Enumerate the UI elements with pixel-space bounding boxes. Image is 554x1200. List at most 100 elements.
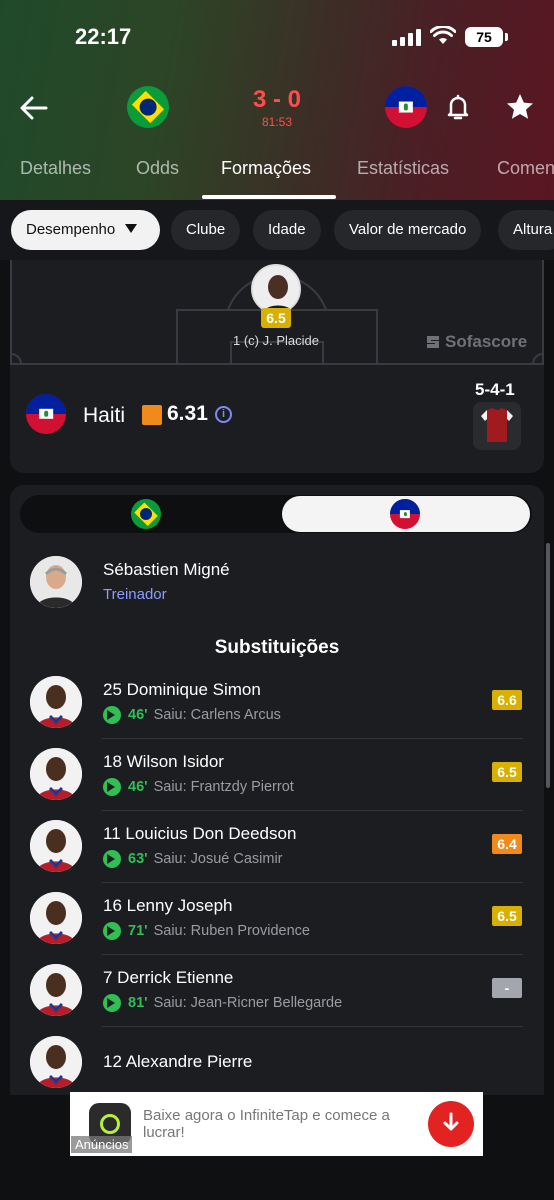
lineup-pitch-card: 6.5 1 (c) J. Placide Sofascore Haiti 6.3… — [10, 260, 544, 473]
row-divider — [102, 1026, 523, 1027]
match-clock: 81:53 — [261, 115, 293, 129]
tab-detalhes[interactable]: Detalhes — [20, 158, 91, 179]
sub-minute: 71' — [128, 923, 148, 939]
player-name: 16 Lenny Joseph — [103, 896, 233, 915]
row-divider — [102, 810, 523, 811]
team-rating-badge — [142, 405, 162, 425]
download-icon — [443, 1112, 459, 1131]
tab-formacoes[interactable]: Formações — [221, 158, 311, 179]
ad-text: Baixe agora o InfiniteTap e comece a luc… — [143, 1107, 390, 1141]
tab-odds[interactable]: Odds — [136, 158, 179, 179]
filter-valor-de-mercado[interactable]: Valor de mercado — [334, 210, 482, 250]
substitution-row[interactable]: 18 Wilson Isidor 46' Saiu: Frantzdy Pierro… — [10, 738, 544, 810]
team-rating: 6.31 — [167, 402, 208, 425]
team-kit-icon — [473, 402, 521, 450]
bell-icon[interactable] — [444, 92, 472, 122]
player-rating: 6.5 — [492, 762, 522, 782]
ad-download-button[interactable] — [428, 1101, 474, 1147]
substitution-detail: 81' Saiu: Jean-Ricner Bellegarde — [103, 994, 342, 1012]
goalkeeper-rating: 6.5 — [261, 308, 291, 328]
player-rating: - — [492, 978, 522, 998]
ad-label: Anúncios — [71, 1136, 133, 1153]
brazil-flag-icon[interactable] — [127, 86, 169, 128]
filter-idade[interactable]: Idade — [253, 210, 321, 250]
wifi-icon — [430, 26, 456, 44]
sub-in-arrow-icon — [103, 706, 121, 724]
filter-clube[interactable]: Clube — [171, 210, 241, 250]
haiti-toggle-icon — [390, 499, 420, 529]
filter-desempenho[interactable]: Desempenho — [11, 210, 160, 250]
player-rating: 6.5 — [492, 906, 522, 926]
player-name: 11 Louicius Don Deedson — [103, 824, 297, 843]
team-toggle — [20, 495, 532, 533]
tab-comentarios[interactable]: Comen — [497, 158, 554, 179]
tab-active-indicator — [202, 195, 336, 199]
player-rating: 6.4 — [492, 834, 522, 854]
tab-bar: Detalhes Odds Formações Estatísticas Com… — [0, 150, 554, 200]
substitution-detail: 46' Saiu: Frantzdy Pierrot — [103, 778, 294, 796]
substitution-row[interactable]: 11 Louicius Don Deedson 63' Saiu: Josué Ca… — [10, 810, 544, 882]
substitution-row[interactable]: 25 Dominique Simon 46' Saiu: Carlens Arcus… — [10, 666, 544, 738]
substitution-detail: 46' Saiu: Carlens Arcus — [103, 706, 281, 724]
player-name: 25 Dominique Simon — [103, 680, 261, 699]
sub-player-out: Saiu: Ruben Providence — [153, 923, 310, 939]
player-avatar[interactable] — [30, 820, 82, 872]
team-formation: 5-4-1 — [475, 380, 515, 399]
coach-avatar[interactable] — [30, 556, 82, 608]
substitution-row[interactable]: 16 Lenny Joseph 71' Saiu: Ruben Providence… — [10, 882, 544, 954]
tab-estatisticas[interactable]: Estatísticas — [357, 158, 449, 179]
back-arrow-icon[interactable] — [16, 90, 52, 126]
scrollbar[interactable] — [546, 543, 550, 788]
match-header: 22:17 75 3 - 0 81:53 Detalhes Odds Forma… — [0, 0, 554, 200]
player-avatar[interactable] — [30, 676, 82, 728]
filter-desempenho-label: Desempenho — [26, 221, 116, 238]
filter-altura[interactable]: Altura — [498, 210, 554, 250]
row-divider — [102, 954, 523, 955]
sub-player-out: Saiu: Frantzdy Pierrot — [153, 779, 294, 795]
coach-role: Treinador — [103, 586, 167, 603]
team-name: Haiti — [83, 404, 126, 427]
row-divider — [102, 738, 523, 739]
player-avatar[interactable] — [30, 964, 82, 1016]
sub-in-arrow-icon — [103, 994, 121, 1012]
substitution-row[interactable]: 7 Derrick Etienne 81' Saiu: Jean-Ricner Be… — [10, 954, 544, 1026]
player-avatar[interactable] — [30, 748, 82, 800]
player-avatar[interactable] — [30, 1036, 82, 1088]
lineup-details-card: Sébastien Migné Treinador Substituições … — [10, 485, 544, 1095]
sofascore-label: Sofascore — [445, 332, 528, 351]
player-rating: 6.6 — [492, 690, 522, 710]
sub-in-arrow-icon — [103, 922, 121, 940]
player-name: 18 Wilson Isidor — [103, 752, 224, 771]
sub-player-out: Saiu: Carlens Arcus — [153, 707, 281, 723]
caret-down-icon — [125, 224, 138, 233]
haiti-team-flag-icon — [26, 394, 66, 434]
status-time: 22:17 — [75, 24, 132, 49]
sofascore-logo-icon — [427, 336, 439, 348]
sub-minute: 63' — [128, 851, 148, 867]
brazil-toggle-icon[interactable] — [131, 499, 161, 529]
haiti-toggle-active[interactable] — [282, 496, 530, 532]
battery-icon: 75 — [465, 27, 508, 47]
row-divider — [102, 882, 523, 883]
sub-player-out: Saiu: Josué Casimir — [153, 851, 283, 867]
goalkeeper-name[interactable]: 1 (c) J. Placide — [210, 333, 342, 348]
substitutions-title: Substituições — [214, 637, 340, 658]
player-avatar[interactable] — [30, 892, 82, 944]
player-name: 12 Alexandre Pierre — [103, 1052, 253, 1071]
sub-in-arrow-icon — [103, 778, 121, 796]
filter-chips: Desempenho Clube Idade Valor de mercado … — [0, 200, 554, 260]
substitution-detail: 71' Saiu: Ruben Providence — [103, 922, 310, 940]
signal-icon — [392, 29, 421, 46]
sub-minute: 46' — [128, 707, 148, 723]
status-bar: 22:17 75 — [0, 0, 554, 75]
goalkeeper-avatar[interactable] — [251, 264, 301, 314]
coach-name[interactable]: Sébastien Migné — [103, 560, 230, 580]
haiti-flag-icon[interactable] — [385, 86, 427, 128]
info-icon[interactable]: i — [215, 406, 232, 423]
substitution-detail: 63' Saiu: Josué Casimir — [103, 850, 283, 868]
star-icon[interactable] — [505, 92, 535, 122]
sofascore-watermark: Sofascore — [425, 332, 527, 352]
sub-player-out: Saiu: Jean-Ricner Bellegarde — [153, 995, 343, 1011]
substitution-row[interactable]: 12 Alexandre Pierre — [10, 1026, 544, 1095]
ad-banner[interactable]: Baixe agora o InfiniteTap e comece a luc… — [70, 1092, 483, 1156]
